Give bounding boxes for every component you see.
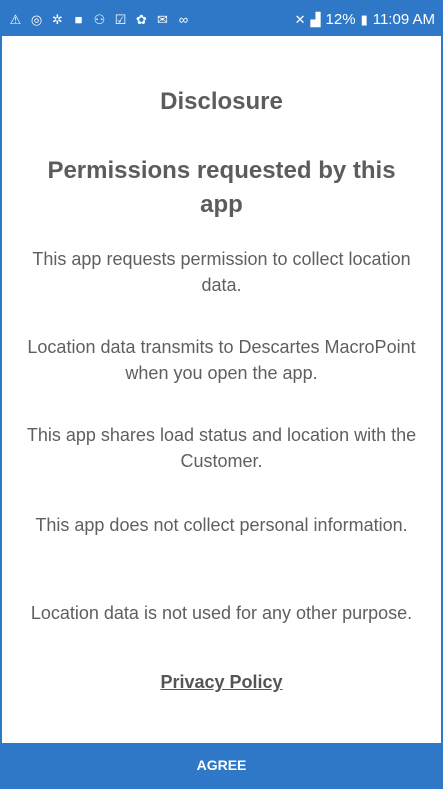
battery-percent: 12% — [325, 10, 356, 28]
disclosure-content: Disclosure Permissions requested by this… — [2, 36, 441, 743]
status-notification-icons: ⚠ ◎ ✲ ■ ⚇ ☑ ✿ ✉ ∞ — [8, 11, 191, 27]
mail-icon: ✉ — [157, 11, 168, 27]
status-bar: ⚠ ◎ ✲ ■ ⚇ ☑ ✿ ✉ ∞ ✕ ▟ 12% ▮ 11:09 AM — [2, 2, 441, 36]
agree-button[interactable]: AGREE — [2, 743, 441, 787]
signal-strength-icon: ▟ — [310, 11, 321, 27]
person-icon: ⚇ — [93, 11, 106, 27]
wifi-icon: ◎ — [30, 11, 43, 27]
page-subtitle: Permissions requested by this app — [47, 157, 396, 218]
app-frame: ⚠ ◎ ✲ ■ ⚇ ☑ ✿ ✉ ∞ ✕ ▟ 12% ▮ 11:09 AM Dis… — [0, 0, 443, 789]
signal-scan-icon: ✲ — [52, 11, 63, 27]
battery-icon: ▮ — [360, 11, 368, 27]
disclosure-paragraph: This app does not collect personal infor… — [35, 515, 408, 535]
disclosure-paragraph: Location data is not used for any other … — [30, 603, 413, 623]
disclosure-paragraph: This app requests permission to collect … — [32, 249, 411, 295]
checkbox-icon: ☑ — [114, 11, 127, 27]
mute-icon: ✕ — [294, 11, 306, 27]
robot-icon: ✿ — [136, 11, 147, 27]
voicemail-icon: ∞ — [178, 11, 189, 27]
privacy-policy-link[interactable]: Privacy Policy — [2, 672, 441, 693]
clock-time: 11:09 AM — [372, 10, 435, 28]
chat-icon: ■ — [74, 11, 83, 27]
page-title: Disclosure — [160, 88, 283, 115]
status-system-info: ✕ ▟ 12% ▮ 11:09 AM — [295, 11, 435, 28]
warning-icon: ⚠ — [9, 11, 22, 27]
disclosure-paragraph: This app shares load status and location… — [26, 425, 417, 471]
disclosure-paragraph: Location data transmits to Descartes Mac… — [27, 337, 416, 383]
